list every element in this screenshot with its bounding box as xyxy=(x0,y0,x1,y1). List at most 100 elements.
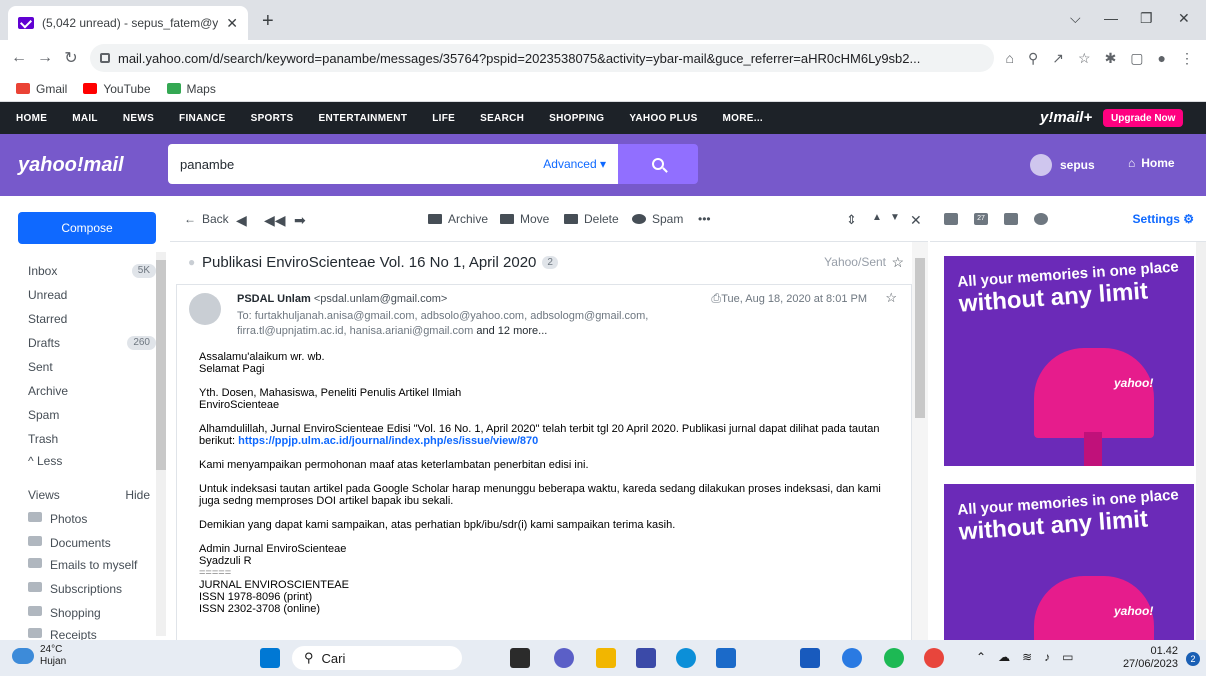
folder-sent[interactable]: Sent xyxy=(28,360,156,374)
settings-button[interactable]: Settings ⚙ xyxy=(1133,212,1194,226)
more-recipients-link[interactable]: and 12 more... xyxy=(476,325,547,337)
close-message-icon[interactable]: ✕ xyxy=(910,212,922,229)
message-scrollbar[interactable] xyxy=(912,242,928,640)
view-subscriptions[interactable]: Subscriptions xyxy=(28,582,156,596)
reply-all-button[interactable]: ◀◀ xyxy=(264,212,286,229)
nav-life[interactable]: LIFE xyxy=(432,113,455,124)
folder-drafts[interactable]: Drafts 260 xyxy=(28,336,156,350)
chat-icon[interactable] xyxy=(554,648,574,668)
view-emails-to-myself[interactable]: Emails to myself xyxy=(28,558,156,572)
wifi-icon[interactable]: ≋ xyxy=(1022,650,1032,664)
print-icon[interactable]: ⎙ xyxy=(711,291,721,306)
nav-shopping[interactable]: SHOPPING xyxy=(549,113,604,124)
folder-spam[interactable]: Spam xyxy=(28,408,156,422)
folder-inbox[interactable]: Inbox 5K xyxy=(28,264,156,278)
extensions-icon[interactable]: ✱ xyxy=(1105,50,1117,67)
upgrade-button[interactable]: Upgrade Now xyxy=(1103,109,1184,127)
sender-avatar[interactable] xyxy=(189,293,221,325)
folder-starred[interactable]: Starred xyxy=(28,312,156,326)
minimize-button[interactable]: — xyxy=(1104,10,1118,26)
notification-badge[interactable]: 2 xyxy=(1186,652,1200,666)
bookmark-gmail[interactable]: Gmail xyxy=(16,82,67,96)
view-shopping[interactable]: Shopping xyxy=(28,606,156,620)
sidepanel-icon[interactable]: ▢ xyxy=(1130,50,1143,67)
spam-button[interactable]: Spam xyxy=(632,212,683,226)
chevron-up-icon[interactable]: ⌃ xyxy=(976,650,986,664)
nav-news[interactable]: NEWS xyxy=(123,113,154,124)
file-explorer-icon[interactable] xyxy=(596,648,616,668)
new-tab-button[interactable]: + xyxy=(262,10,274,33)
ad-banner-2[interactable]: All your memories in one place without a… xyxy=(944,484,1194,640)
move-button[interactable]: Move xyxy=(500,212,549,226)
nav-finance[interactable]: FINANCE xyxy=(179,113,226,124)
close-window-button[interactable]: ✕ xyxy=(1178,10,1190,27)
clock[interactable]: 01.42 27/06/2023 xyxy=(1123,645,1178,671)
star-icon[interactable]: ☆ xyxy=(891,254,904,271)
message-scroll-thumb[interactable] xyxy=(915,258,925,418)
forward-arrow-icon[interactable]: → xyxy=(32,49,58,67)
reply-button[interactable]: ◀ xyxy=(236,212,247,229)
view-documents[interactable]: Documents xyxy=(28,536,156,550)
notepad-icon[interactable] xyxy=(1004,212,1018,225)
more-button[interactable]: ••• xyxy=(698,212,711,226)
search-input[interactable]: panambe Advanced ▾ xyxy=(168,144,618,184)
battery-icon[interactable]: ▭ xyxy=(1062,650,1073,664)
nav-mail[interactable]: MAIL xyxy=(72,113,98,124)
sender-name[interactable]: PSDAL Unlam xyxy=(237,293,311,305)
profile-icon[interactable]: ● xyxy=(1158,50,1166,67)
translate-icon[interactable]: ⌂ xyxy=(1006,50,1014,67)
folder-trash[interactable]: Trash xyxy=(28,432,156,446)
previous-message-icon[interactable]: ▲ xyxy=(872,212,882,223)
bookmark-youtube[interactable]: YouTube xyxy=(83,82,151,96)
edge-icon[interactable] xyxy=(676,648,696,668)
search-button[interactable] xyxy=(618,144,698,184)
forward-button[interactable]: ➡ xyxy=(294,212,306,229)
zoom-icon[interactable]: ⚲ xyxy=(1028,50,1038,67)
mail-app-icon[interactable] xyxy=(716,648,736,668)
next-message-icon[interactable]: ▼ xyxy=(890,212,900,223)
chrome-icon[interactable] xyxy=(924,648,944,668)
restore-button[interactable]: ❐ xyxy=(1140,10,1153,27)
close-tab-icon[interactable]: ✕ xyxy=(226,15,238,32)
advanced-search-button[interactable]: Advanced ▾ xyxy=(543,157,606,171)
folder-unread[interactable]: Unread xyxy=(28,288,156,302)
home-link[interactable]: ⌂ Home xyxy=(1128,156,1175,170)
nav-search[interactable]: SEARCH xyxy=(480,113,524,124)
bookmark-maps[interactable]: Maps xyxy=(166,82,216,96)
browser-tab[interactable]: (5,042 unread) - sepus_fatem@y ✕ xyxy=(8,6,248,40)
nav-yahoo-plus[interactable]: YAHOO PLUS xyxy=(629,113,697,124)
message-star-icon[interactable]: ☆ xyxy=(885,290,897,306)
page-scrollbar[interactable] xyxy=(1196,242,1206,640)
task-view-icon[interactable] xyxy=(510,648,530,668)
messenger-icon[interactable] xyxy=(842,648,862,668)
menu-icon[interactable]: ⋮ xyxy=(1180,50,1194,67)
view-photos[interactable]: Photos xyxy=(28,512,156,526)
tab-list-icon[interactable]: ⌵ xyxy=(1070,10,1081,27)
word-icon[interactable] xyxy=(800,648,820,668)
nav-more[interactable]: MORE... xyxy=(723,113,763,124)
archive-button[interactable]: Archive xyxy=(428,212,488,226)
help-icon[interactable] xyxy=(1034,212,1048,225)
app-icon[interactable] xyxy=(636,648,656,668)
nav-sports[interactable]: SPORTS xyxy=(251,113,294,124)
windows-start-icon[interactable] xyxy=(260,648,280,668)
nav-entertainment[interactable]: ENTERTAINMENT xyxy=(319,113,408,124)
reload-icon[interactable]: ↻ xyxy=(58,48,84,68)
calendar-icon[interactable]: 27 xyxy=(974,212,988,225)
hide-views-button[interactable]: Hide xyxy=(125,488,150,502)
spotify-icon[interactable] xyxy=(884,648,904,668)
star-icon[interactable]: ☆ xyxy=(1078,50,1091,67)
view-receipts[interactable]: Receipts xyxy=(28,628,156,640)
nav-home[interactable]: HOME xyxy=(16,113,47,124)
url-field[interactable]: mail.yahoo.com/d/search/keyword=panambe/… xyxy=(90,44,994,72)
folder-archive[interactable]: Archive xyxy=(28,384,156,398)
delete-button[interactable]: Delete xyxy=(564,212,619,226)
back-arrow-icon[interactable]: ← xyxy=(6,49,32,67)
cloud-icon[interactable]: ☁ xyxy=(998,650,1010,664)
collapse-icon[interactable]: ⇕ xyxy=(846,212,857,228)
share-icon[interactable]: ↗ xyxy=(1052,50,1064,67)
journal-link[interactable]: https://ppjp.ulm.ac.id/journal/index.php… xyxy=(238,435,538,447)
sidebar-scrollbar[interactable] xyxy=(156,252,166,636)
account-menu[interactable]: sepus xyxy=(1030,154,1095,176)
back-button[interactable]: ← Back xyxy=(184,212,229,226)
